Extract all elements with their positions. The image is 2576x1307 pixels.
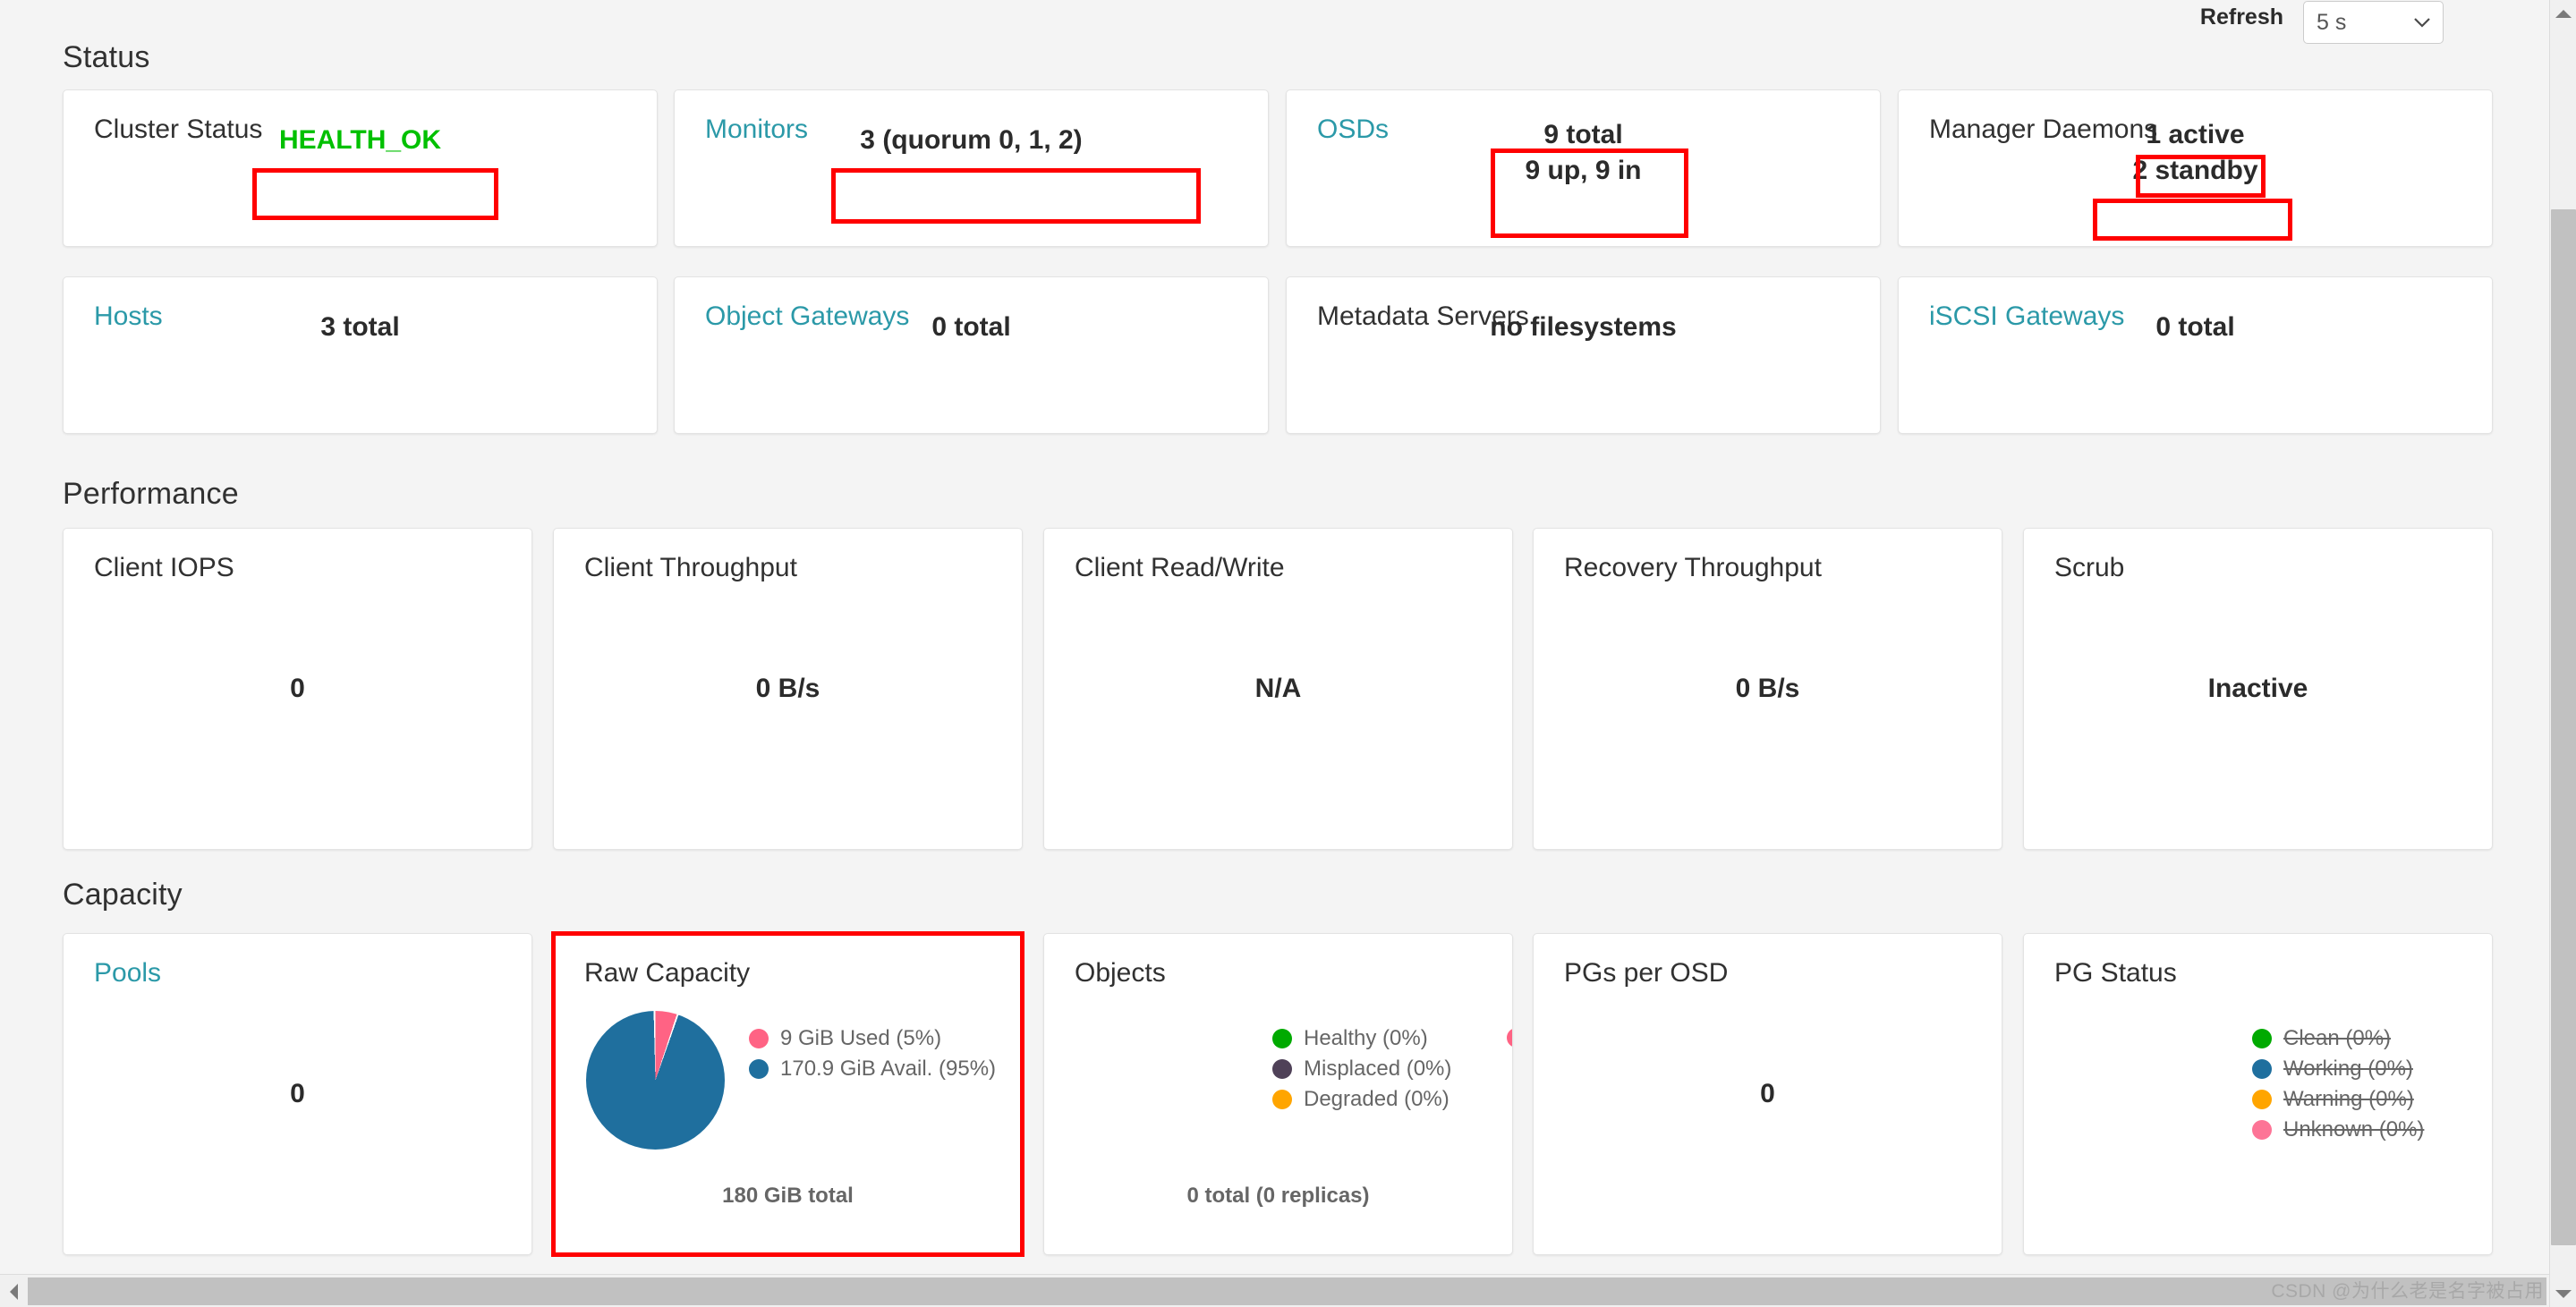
vertical-scrollbar-thumb[interactable]: [2551, 209, 2576, 1245]
card-title-scrub: Scrub: [2054, 553, 2125, 582]
pg-status-legend: Clean (0%) Working (0%) Warning (0%) Unk…: [2252, 1028, 2424, 1141]
card-title-objects: Objects: [1075, 958, 1166, 988]
legend-label-healthy: Healthy (0%): [1304, 1026, 1428, 1050]
card-value-client-iops: 0: [290, 674, 305, 703]
card-scrub[interactable]: Scrub Inactive: [2023, 528, 2493, 850]
card-manager-daemons[interactable]: Manager Daemons 1 active 2 standby: [1898, 89, 2493, 247]
card-hosts[interactable]: Hosts 3 total: [63, 276, 658, 434]
card-value-cluster-status: HEALTH_OK: [278, 125, 442, 155]
legend-item[interactable]: Degraded (0%): [1272, 1089, 1451, 1110]
card-recovery-throughput[interactable]: Recovery Throughput 0 B/s: [1533, 528, 2002, 850]
card-title-client-read-write: Client Read/Write: [1075, 553, 1285, 582]
legend-item[interactable]: Warning (0%): [2252, 1089, 2424, 1110]
card-metadata-servers[interactable]: Metadata Servers no filesystems: [1286, 276, 1881, 434]
card-value-monitors: 3 (quorum 0, 1, 2): [860, 125, 1083, 155]
legend-swatch-misplaced: [1272, 1059, 1292, 1079]
section-title-status: Status: [63, 40, 150, 74]
card-value-metadata-servers: no filesystems: [1490, 312, 1677, 342]
watermark-text: CSDN @为什么老是名字被占用: [2271, 1281, 2544, 1302]
horizontal-scrollbar[interactable]: [0, 1274, 2549, 1307]
legend-label-clean: Clean (0%): [2283, 1026, 2392, 1050]
raw-capacity-total: 180 GiB total: [722, 1184, 854, 1208]
legend-swatch-clipped: [1507, 1028, 1512, 1048]
legend-item[interactable]: Clean (0%): [2252, 1028, 2424, 1049]
card-value-client-throughput: 0 B/s: [755, 674, 820, 703]
legend-item[interactable]: Working (0%): [2252, 1058, 2424, 1080]
card-title-recovery-throughput: Recovery Throughput: [1564, 553, 1822, 582]
card-monitors[interactable]: Monitors 3 (quorum 0, 1, 2): [674, 89, 1269, 247]
scroll-down-button[interactable]: [2550, 1280, 2576, 1307]
card-value-manager-daemons: 1 active 2 standby: [2132, 120, 2258, 185]
legend-item[interactable]: Misplaced (0%): [1272, 1058, 1451, 1080]
raw-capacity-legend: 9 GiB Used (5%) 170.9 GiB Avail. (95%): [749, 1028, 996, 1080]
card-cluster-status[interactable]: Cluster Status HEALTH_OK: [63, 89, 658, 247]
raw-capacity-pie-chart[interactable]: [586, 1011, 725, 1150]
card-title-pg-status: PG Status: [2054, 958, 2177, 988]
dashboard-page: Refresh 5 s Status Cluster Status HEALTH…: [0, 0, 2576, 1307]
vertical-scrollbar[interactable]: [2549, 0, 2576, 1307]
card-title-pgs-per-osd: PGs per OSD: [1564, 958, 1729, 988]
horizontal-scrollbar-thumb[interactable]: [28, 1277, 2546, 1305]
legend-swatch-healthy: [1272, 1029, 1292, 1048]
card-client-throughput[interactable]: Client Throughput 0 B/s: [553, 528, 1023, 850]
card-title-client-throughput: Client Throughput: [584, 553, 797, 582]
chevron-left-icon: [9, 1283, 18, 1300]
legend-item[interactable]: Healthy (0%): [1272, 1028, 1451, 1049]
legend-label-unknown: Unknown (0%): [2283, 1117, 2425, 1142]
legend-swatch-working: [2252, 1059, 2272, 1079]
card-client-iops[interactable]: Client IOPS 0: [63, 528, 532, 850]
card-value-pgs-per-osd: 0: [1760, 1079, 1775, 1108]
card-pg-status[interactable]: PG Status Clean (0%) Working (0%) Warnin…: [2023, 933, 2493, 1255]
card-value-recovery-throughput: 0 B/s: [1735, 674, 1800, 703]
objects-total: 0 total (0 replicas): [1186, 1184, 1370, 1208]
section-title-performance: Performance: [63, 477, 239, 511]
legend-label-misplaced: Misplaced (0%): [1304, 1057, 1452, 1081]
card-title-pools[interactable]: Pools: [94, 958, 161, 989]
legend-swatch-avail: [749, 1059, 769, 1079]
card-value-iscsi-gateways: 0 total: [2155, 312, 2235, 342]
legend-item[interactable]: 9 GiB Used (5%): [749, 1028, 996, 1049]
legend-swatch-unknown: [2252, 1120, 2272, 1140]
legend-label-warning: Warning (0%): [2283, 1087, 2414, 1111]
card-osds[interactable]: OSDs 9 total 9 up, 9 in: [1286, 89, 1881, 247]
card-raw-capacity[interactable]: Raw Capacity 9 GiB Used (5%) 170.9 GiB A…: [553, 933, 1023, 1255]
card-client-read-write[interactable]: Client Read/Write N/A: [1043, 528, 1513, 850]
card-title-client-iops: Client IOPS: [94, 553, 234, 582]
legend-swatch-clean: [2252, 1029, 2272, 1048]
section-title-capacity: Capacity: [63, 878, 183, 912]
objects-legend: Healthy (0%) Misplaced (0%) Degraded (0%…: [1272, 1028, 1451, 1110]
card-value-hosts: 3 total: [320, 312, 400, 342]
card-value-client-read-write: N/A: [1254, 674, 1302, 703]
legend-label-degraded: Degraded (0%): [1304, 1087, 1450, 1111]
card-object-gateways[interactable]: Object Gateways 0 total: [674, 276, 1269, 434]
legend-label-avail: 170.9 GiB Avail. (95%): [780, 1057, 997, 1081]
card-value-object-gateways: 0 total: [931, 312, 1011, 342]
legend-swatch-used: [749, 1029, 769, 1048]
card-pgs-per-osd[interactable]: PGs per OSD 0: [1533, 933, 2002, 1255]
card-value-pools: 0: [290, 1079, 305, 1108]
scroll-left-button[interactable]: [0, 1275, 27, 1307]
legend-item[interactable]: 170.9 GiB Avail. (95%): [749, 1058, 996, 1080]
legend-swatch-degraded: [1272, 1090, 1292, 1109]
card-iscsi-gateways[interactable]: iSCSI Gateways 0 total: [1898, 276, 2493, 434]
scroll-up-button[interactable]: [2550, 0, 2576, 27]
legend-label-working: Working (0%): [2283, 1057, 2413, 1081]
card-value-scrub: Inactive: [2207, 674, 2308, 703]
card-title-raw-capacity: Raw Capacity: [584, 958, 751, 988]
legend-swatch-warning: [2252, 1090, 2272, 1109]
dashboard-content: Status Cluster Status HEALTH_OK Monitors…: [0, 0, 2549, 1274]
legend-label-used: 9 GiB Used (5%): [780, 1026, 942, 1050]
chevron-down-icon: [2555, 1289, 2572, 1298]
chevron-up-icon: [2555, 9, 2572, 18]
card-objects[interactable]: Objects Healthy (0%) Misplaced (0%) Degr…: [1043, 933, 1513, 1255]
legend-item[interactable]: Unknown (0%): [2252, 1119, 2424, 1141]
card-pools[interactable]: Pools 0: [63, 933, 532, 1255]
card-value-osds: 9 total 9 up, 9 in: [1525, 120, 1642, 185]
